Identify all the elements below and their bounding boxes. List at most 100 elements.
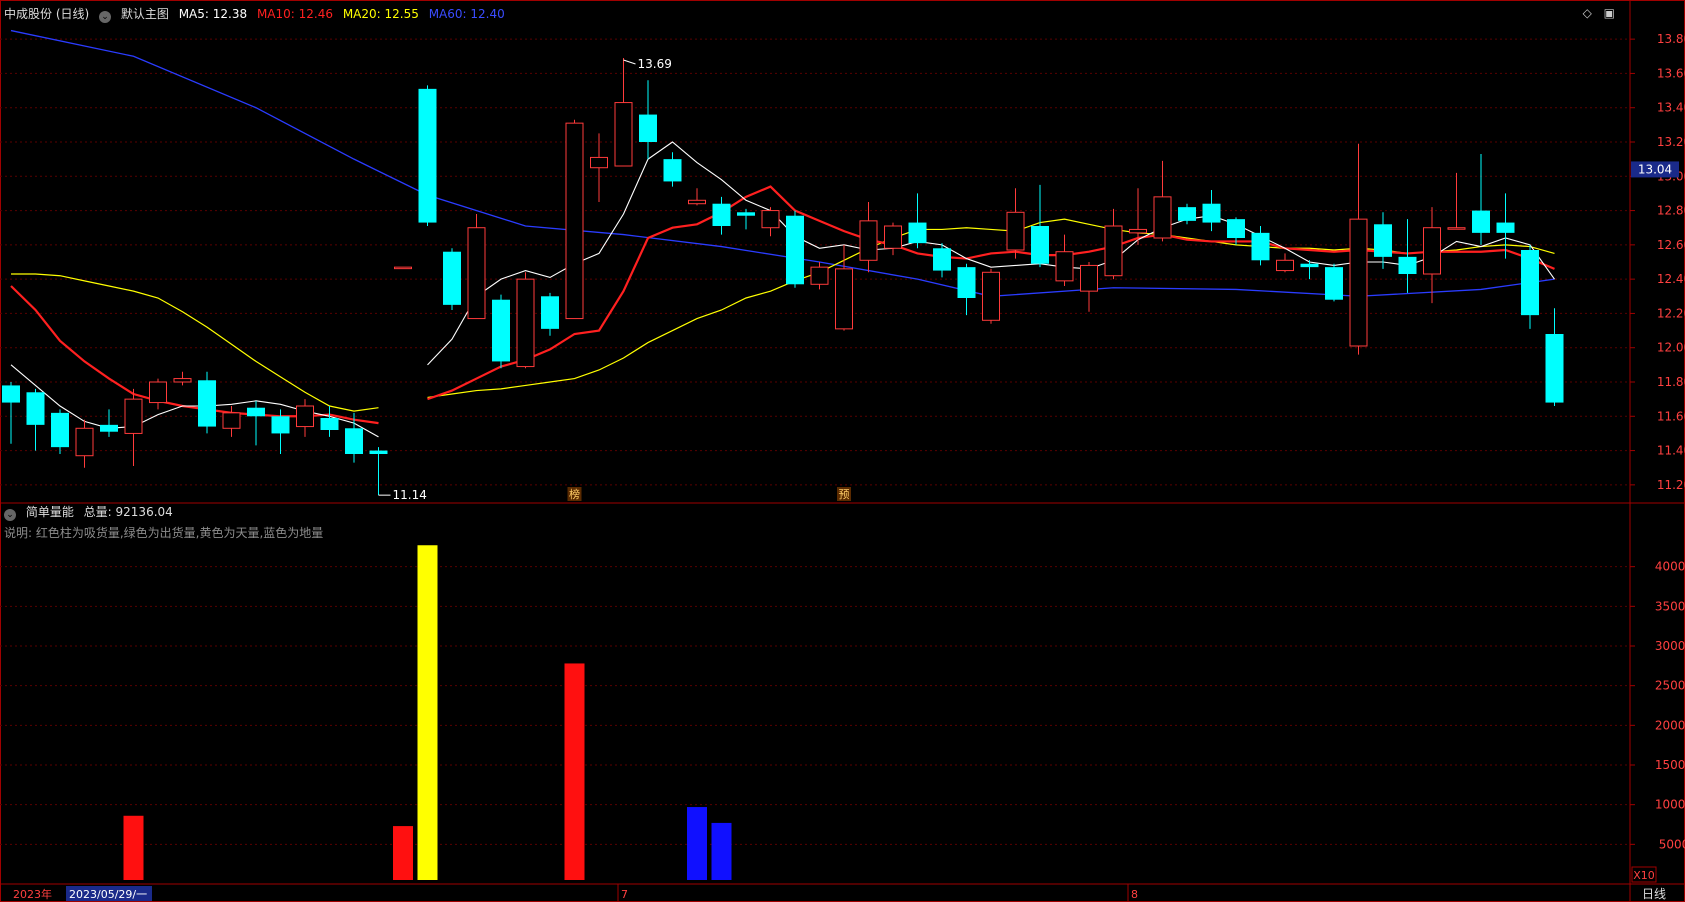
candle-body[interactable]	[835, 268, 853, 330]
high-price-label: 13.69	[638, 57, 672, 71]
candle-body[interactable]	[1055, 251, 1074, 282]
candle-body[interactable]	[492, 299, 510, 362]
price-panel-header: 中成股份 (日线) ⌄ 默认主图 MA5: 12.38 MA10: 12.46 …	[0, 5, 511, 23]
candle-body[interactable]	[124, 398, 143, 434]
candle-body[interactable]	[1349, 218, 1368, 347]
candle-body[interactable]	[1545, 334, 1564, 403]
current-price-label: 13.04	[1638, 162, 1672, 176]
price-tick-label: 13.20	[1657, 135, 1685, 149]
candle-body[interactable]	[957, 267, 976, 298]
candle-body[interactable]	[149, 381, 167, 404]
volume-tick-label: 5000	[1659, 837, 1685, 851]
volume-tick-label: 30000	[1655, 639, 1685, 653]
high-pointer	[623, 59, 636, 65]
candle-body[interactable]	[1227, 219, 1245, 238]
candle-body[interactable]	[786, 215, 804, 285]
candle-body[interactable]	[1300, 263, 1319, 268]
candle-body[interactable]	[198, 380, 216, 427]
candle-body[interactable]	[1178, 207, 1196, 221]
candle-body[interactable]	[541, 296, 559, 329]
price-tick-label: 12.60	[1657, 238, 1685, 252]
volume-tick-label: 15000	[1655, 758, 1685, 772]
candle-body[interactable]	[663, 159, 682, 182]
candle-body[interactable]	[1104, 225, 1123, 277]
window-icon[interactable]: ▣	[1604, 6, 1615, 20]
candle-body[interactable]	[1129, 228, 1147, 234]
indicator-name[interactable]: 简单量能	[26, 505, 74, 519]
candle-body[interactable]	[1447, 227, 1466, 230]
price-tick-label: 12.40	[1657, 272, 1685, 286]
candle-body[interactable]	[418, 88, 437, 223]
candle-body[interactable]	[1251, 232, 1270, 261]
candle-body[interactable]	[1472, 210, 1490, 233]
candle-body[interactable]	[1398, 256, 1417, 274]
candle-body[interactable]	[467, 227, 486, 320]
chevron-down-icon[interactable]: ⌄	[99, 11, 112, 23]
candle-body[interactable]	[26, 392, 45, 425]
volume-bar[interactable]	[393, 826, 413, 880]
candle-body[interactable]	[590, 156, 608, 169]
candle-body[interactable]	[761, 210, 780, 229]
month-label-7: 7	[621, 888, 628, 901]
candle-body[interactable]	[320, 418, 339, 430]
candle-body[interactable]	[737, 212, 755, 216]
price-tick-label: 12.00	[1657, 341, 1685, 355]
candle-body[interactable]	[394, 266, 412, 270]
candle-body[interactable]	[1153, 196, 1172, 239]
volume-bar[interactable]	[711, 822, 732, 880]
chevron-down-icon[interactable]: ⌄	[4, 509, 16, 521]
candle-body[interactable]	[443, 251, 461, 305]
candle-body[interactable]	[296, 405, 314, 428]
volume-tick-label: 40000	[1655, 560, 1685, 574]
candle-body[interactable]	[982, 271, 1000, 321]
candle-body[interactable]	[1521, 250, 1539, 316]
candle-body[interactable]	[271, 416, 290, 434]
candle-body[interactable]	[639, 114, 657, 142]
candle-body[interactable]	[933, 248, 951, 271]
candle-body[interactable]	[688, 199, 706, 205]
candle-body[interactable]	[712, 203, 731, 226]
candle-body[interactable]	[222, 412, 241, 429]
volume-bar[interactable]	[417, 545, 438, 880]
candle-body[interactable]	[1325, 267, 1343, 300]
candle-body[interactable]	[908, 222, 927, 244]
candle-body[interactable]	[51, 412, 69, 448]
candle-body[interactable]	[1423, 227, 1441, 275]
ma60-line	[10, 29, 1555, 297]
candle-body[interactable]	[565, 122, 584, 320]
volume-bar[interactable]	[123, 815, 144, 880]
price-tick-label: 13.80	[1657, 32, 1685, 46]
candle-body[interactable]	[369, 450, 388, 454]
volume-bar[interactable]	[687, 807, 707, 880]
candle-body[interactable]	[1080, 264, 1098, 292]
candle-body[interactable]	[859, 220, 878, 261]
candle-body[interactable]	[247, 407, 265, 417]
volume-bar[interactable]	[564, 663, 585, 880]
panel-toolbar: ◇ ▣	[1575, 6, 1615, 20]
candle-body[interactable]	[1374, 224, 1392, 257]
candle-body[interactable]	[345, 428, 363, 454]
stock-title[interactable]: 中成股份 (日线)	[4, 7, 89, 21]
candle-body[interactable]	[614, 102, 633, 167]
candle-body[interactable]	[1202, 203, 1221, 223]
candle-body[interactable]	[2, 385, 20, 403]
candle-body[interactable]	[884, 225, 902, 249]
ma60-label: MA60: 12.40	[428, 7, 505, 21]
chart-canvas[interactable]: 13.8013.6013.4013.2013.0012.8012.6012.40…	[0, 0, 1685, 902]
candle-body[interactable]	[1031, 226, 1049, 264]
template-name[interactable]: 默认主图	[121, 7, 169, 21]
candle-body[interactable]	[1006, 211, 1025, 251]
ma20-line	[11, 273, 379, 412]
candle-body[interactable]	[75, 427, 94, 457]
candle-body[interactable]	[1276, 259, 1294, 272]
diamond-icon[interactable]: ◇	[1583, 6, 1592, 20]
price-tick-label: 12.80	[1657, 204, 1685, 218]
candle-body[interactable]	[173, 378, 192, 383]
candle-body[interactable]	[1496, 222, 1515, 233]
candle-body[interactable]	[516, 278, 535, 368]
event-marker-label: 榜	[569, 487, 580, 501]
volume-tick-label: 20000	[1655, 718, 1685, 732]
month-label-8: 8	[1131, 888, 1138, 901]
candle-body[interactable]	[100, 424, 118, 432]
candle-body[interactable]	[810, 266, 829, 285]
